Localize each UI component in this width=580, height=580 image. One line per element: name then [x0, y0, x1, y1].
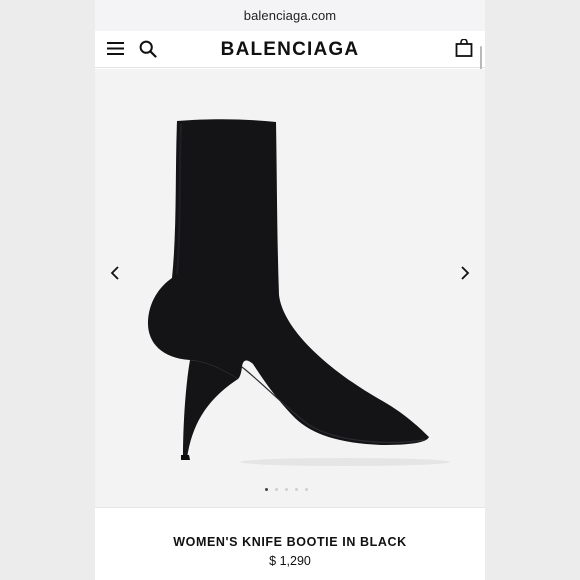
carousel-dot-2[interactable]	[275, 487, 278, 491]
url-text[interactable]: balenciaga.com	[244, 8, 336, 23]
address-bar[interactable]: balenciaga.com	[95, 0, 485, 31]
carousel-dot-3[interactable]	[285, 487, 288, 491]
site-header: BALENCIAGA	[95, 31, 485, 68]
carousel-dot-5[interactable]	[305, 487, 308, 491]
next-arrow-icon[interactable]	[456, 265, 472, 281]
carousel-dot-1[interactable]	[265, 487, 268, 491]
product-image-gallery[interactable]	[95, 69, 485, 507]
carousel-dots	[265, 486, 317, 492]
product-name: WOMEN'S KNIFE BOOTIE IN BLACK	[173, 535, 407, 549]
shopping-bag-icon[interactable]	[455, 38, 473, 57]
product-image	[147, 119, 450, 466]
phone-screen: balenciaga.com BALENCIAGA WOMEN'S KNIFE …	[95, 0, 485, 580]
previous-arrow-icon[interactable]	[108, 265, 124, 281]
product-info: WOMEN'S KNIFE BOOTIE IN BLACK $ 1,290	[95, 507, 485, 580]
product-price: $ 1,290	[269, 554, 311, 568]
brand-logo[interactable]: BALENCIAGA	[95, 39, 485, 61]
carousel-dot-4[interactable]	[295, 487, 298, 491]
left-margin	[0, 0, 95, 580]
right-margin	[485, 0, 580, 580]
